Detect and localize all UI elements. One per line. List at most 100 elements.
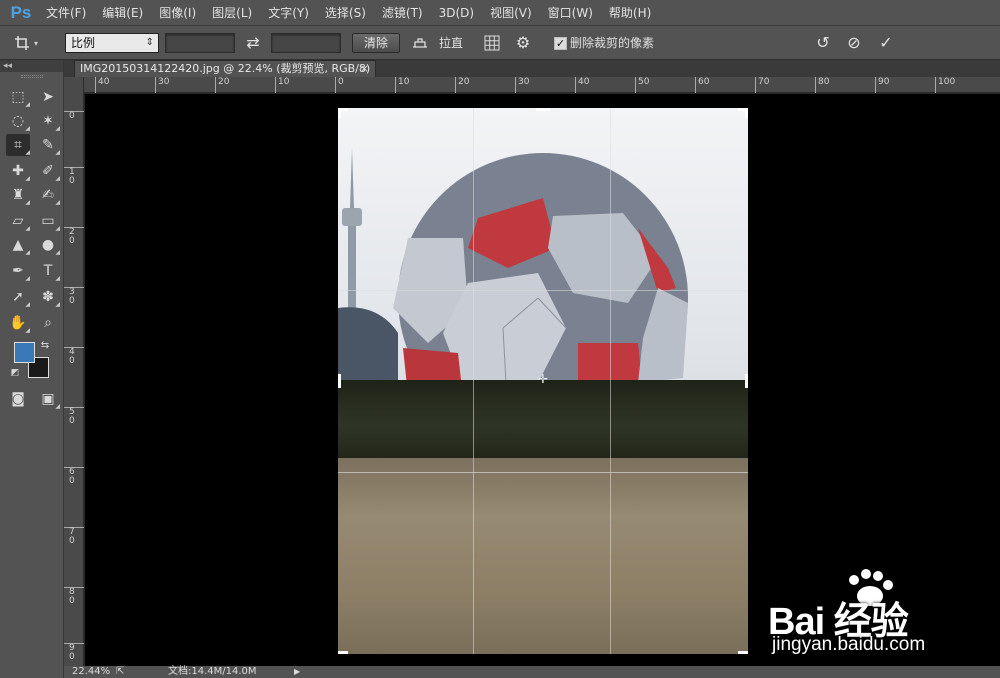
- menu-view[interactable]: 视图(V): [482, 0, 540, 26]
- ruler-tick: 20: [215, 77, 229, 93]
- crop-handle-left[interactable]: [338, 374, 341, 388]
- swap-colors-icon[interactable]: ⇆: [38, 338, 52, 352]
- ruler-tick: 100: [935, 77, 955, 93]
- crop-grid-line: [338, 290, 748, 291]
- ruler-origin[interactable]: [64, 77, 84, 93]
- menu-window[interactable]: 窗口(W): [540, 0, 601, 26]
- collapse-icon[interactable]: ◂◂: [0, 60, 63, 72]
- brush-icon[interactable]: ✐ ◢: [36, 160, 60, 182]
- zoom-icon[interactable]: ⌕: [36, 312, 60, 334]
- menu-type[interactable]: 文字(Y): [260, 0, 317, 26]
- ruler-tick: 6 0: [64, 467, 84, 486]
- zoom-level[interactable]: 22.44%: [72, 666, 110, 678]
- overlay-grid-icon[interactable]: [482, 33, 504, 53]
- vertical-ruler[interactable]: 0 1 0 2 0 3 0 4 0 5 0 6 0 7 0 8 0 9 0: [64, 93, 84, 666]
- menu-select[interactable]: 选择(S): [317, 0, 374, 26]
- document-size: 文档:14.4M/14.0M: [168, 666, 257, 677]
- ratio-width-input[interactable]: [165, 33, 235, 53]
- crop-icon: [15, 36, 29, 50]
- eraser-icon[interactable]: ▱ ◢: [6, 210, 30, 232]
- crop-handle-bottom-left[interactable]: [338, 651, 348, 654]
- photoshop-logo: Ps: [10, 2, 32, 22]
- status-menu-arrow-icon[interactable]: ▶: [294, 666, 300, 678]
- ruler-tick: 2 0: [64, 227, 84, 246]
- crop-grid-line: [610, 108, 611, 654]
- crop-handle-top-left[interactable]: [338, 108, 341, 118]
- clear-button[interactable]: 清除: [352, 33, 400, 53]
- hand-icon[interactable]: ✋ ◢: [6, 312, 30, 334]
- ruler-tick: 10: [275, 77, 289, 93]
- straighten-label[interactable]: 拉直: [439, 33, 463, 53]
- photo-ground: [338, 458, 748, 654]
- ruler-tick: 10: [395, 77, 409, 93]
- toolbox-grip[interactable]: [20, 75, 43, 78]
- crop-handle-right[interactable]: [745, 374, 748, 388]
- foreground-color-swatch[interactable]: [14, 342, 35, 363]
- menu-layer[interactable]: 图层(L): [204, 0, 260, 26]
- options-bar: ▾ 比例 ⇄ 清除 拉直 ⚙ ✓ 删除裁剪的像素 ↺ ⊘ ✓: [0, 26, 1000, 60]
- custom-shape-icon[interactable]: ✽ ◢: [36, 286, 60, 308]
- clone-stamp-icon[interactable]: ♜ ◢: [6, 184, 30, 206]
- crop-grid-line: [338, 472, 748, 473]
- reset-icon[interactable]: ↺: [812, 33, 834, 53]
- swap-icon[interactable]: ⇄: [242, 33, 264, 53]
- straighten-icon[interactable]: [410, 33, 432, 53]
- crop-grid-line: [473, 108, 474, 654]
- crop-handle-top-right[interactable]: [745, 108, 748, 118]
- close-icon[interactable]: ×: [360, 61, 369, 77]
- crop-center-icon[interactable]: ✛: [538, 372, 548, 386]
- ruler-tick: 5 0: [64, 407, 84, 426]
- ruler-tick: 1 0: [64, 167, 84, 186]
- crop-handle-top[interactable]: [536, 108, 550, 111]
- tool-preset-picker[interactable]: ▾: [14, 33, 52, 53]
- watermark: Bai 经验 jingyan.baidu.com: [760, 568, 990, 660]
- watermark-url: jingyan.baidu.com: [772, 634, 926, 655]
- ruler-tick: 30: [155, 77, 169, 93]
- menu-3d[interactable]: 3D(D): [431, 0, 482, 26]
- eyedropper-icon[interactable]: ✎ ◢: [36, 134, 60, 156]
- default-colors-icon[interactable]: ◩: [8, 366, 22, 380]
- type-icon[interactable]: T ◢: [36, 260, 60, 282]
- export-icon[interactable]: ⇱: [116, 666, 124, 678]
- path-selection-icon[interactable]: ➚ ◢: [6, 286, 30, 308]
- horizontal-ruler[interactable]: 40 30 20 10 0 10 20 30 40 50 60 70 80 90…: [64, 77, 1000, 93]
- menu-edit[interactable]: 编辑(E): [94, 0, 151, 26]
- crop-handle-bottom-right[interactable]: [738, 651, 748, 654]
- document-tab[interactable]: IMG20150314122420.jpg @ 22.4% (裁剪预览, RGB…: [74, 60, 376, 77]
- menu-help[interactable]: 帮助(H): [601, 0, 659, 26]
- menu-filter[interactable]: 滤镜(T): [374, 0, 431, 26]
- screen-mode-icon[interactable]: ▣ ◢: [36, 388, 60, 410]
- history-brush-icon[interactable]: ✍ ◢: [36, 184, 60, 206]
- ruler-tick: 60: [695, 77, 709, 93]
- crop-preview-image[interactable]: ✛: [338, 108, 748, 654]
- menu-file[interactable]: 文件(F): [38, 0, 94, 26]
- quick-mask-icon[interactable]: ◙: [6, 388, 30, 410]
- pen-icon[interactable]: ✒ ◢: [6, 260, 30, 282]
- gear-icon[interactable]: ⚙: [512, 33, 534, 53]
- blur-icon[interactable]: ▲ ◢: [6, 234, 30, 256]
- ruler-tick: 3 0: [64, 287, 84, 306]
- ruler-tick: 4 0: [64, 347, 84, 366]
- document-tab-bar: IMG20150314122420.jpg @ 22.4% (裁剪预览, RGB…: [64, 60, 1000, 77]
- ruler-tick: 80: [815, 77, 829, 93]
- ratio-height-input[interactable]: [271, 33, 341, 53]
- marquee-icon[interactable]: ⬚ ◢: [6, 86, 30, 108]
- move-icon[interactable]: ➤: [36, 86, 60, 108]
- toolbox: ◂◂ ⬚ ◢ ➤ ◌ ◢ ✶ ◢ ⌗ ◢ ✎ ◢ ✚ ◢ ✐ ◢ ♜ ◢ ✍ ◢ ▱ ◢ ▭ ◢ ▲ ◢…: [0, 60, 64, 678]
- ruler-tick: 70: [755, 77, 769, 93]
- healing-brush-icon[interactable]: ✚ ◢: [6, 160, 30, 182]
- commit-check-icon[interactable]: ✓: [875, 33, 897, 53]
- ruler-tick: 20: [455, 77, 469, 93]
- document-canvas[interactable]: ✛ Bai 经验 jingyan.baidu.com: [85, 94, 1000, 666]
- ruler-tick: 40: [95, 77, 109, 93]
- lasso-icon[interactable]: ◌ ◢: [6, 110, 30, 132]
- crop-tool-icon[interactable]: ⌗ ◢: [6, 134, 30, 156]
- cancel-icon[interactable]: ⊘: [843, 33, 865, 53]
- magic-wand-icon[interactable]: ✶ ◢: [36, 110, 60, 132]
- dodge-icon[interactable]: ● ◢: [36, 234, 60, 256]
- ratio-select[interactable]: 比例: [65, 33, 159, 53]
- gradient-icon[interactable]: ▭ ◢: [36, 210, 60, 232]
- delete-cropped-checkbox[interactable]: ✓: [554, 37, 567, 50]
- menu-image[interactable]: 图像(I): [151, 0, 204, 26]
- delete-cropped-label[interactable]: 删除裁剪的像素: [570, 33, 654, 53]
